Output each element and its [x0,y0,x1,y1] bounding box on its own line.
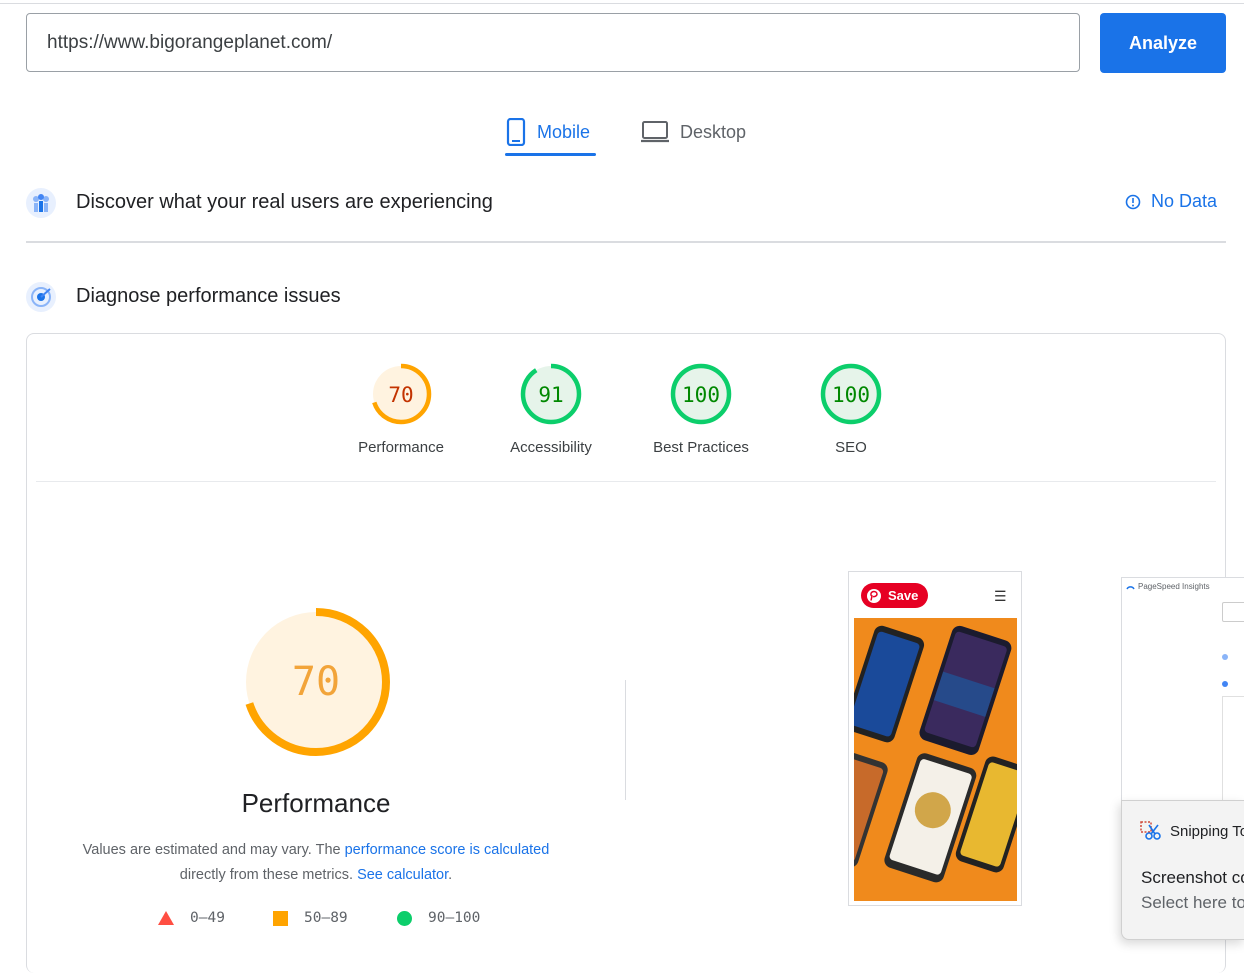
performance-main-gauge: 70 [240,606,392,763]
hero-image [854,618,1017,901]
top-divider [0,3,1244,4]
performance-score-link[interactable]: performance score is calculated [345,842,550,858]
desc-text: . [448,867,453,883]
card-divider [36,481,1216,482]
legend-range: 90–100 [428,910,481,926]
lab-data-title: Diagnose performance issues [76,285,341,307]
preview-url-box [1222,602,1244,622]
score-label: Best Practices [653,439,749,456]
menu-icon: ☰ [994,588,1007,604]
analyze-button[interactable]: Analyze [1100,13,1226,73]
score-description: Values are estimated and may vary. The p… [56,838,576,888]
legend-fail: 0–49 [158,910,225,926]
pinterest-save-button: Save [861,583,928,608]
toast-title: Screenshot co [1141,868,1244,887]
score-ring: 70 [370,363,432,425]
section-divider [26,241,1226,243]
score-gauge-accessibility[interactable]: 91 Accessibility [491,362,611,456]
pagespeed-logo-icon [1126,586,1135,590]
score-value: 100 [682,383,720,407]
desc-text: directly from these metrics. [179,867,358,883]
see-calculator-link[interactable]: See calculator [357,867,448,883]
circle-icon [397,910,412,926]
tab-desktop-label: Desktop [680,121,747,142]
scissors-icon [1140,821,1161,840]
square-icon [273,910,288,926]
legend-range: 50–89 [304,910,348,926]
preview-card [1222,696,1244,802]
legend-range: 0–49 [190,910,225,926]
score-value: 91 [538,383,563,407]
tab-mobile-label: Mobile [537,121,591,142]
main-score-title: Performance [241,788,391,818]
lab-data-icon [26,282,56,312]
tab-selected-indicator [505,153,596,156]
main-score-value: 70 [292,659,340,705]
score-gauge-best-practices[interactable]: 100 Best Practices [641,362,761,456]
pinterest-icon [867,588,881,603]
preview-header: PageSpeed Insights [1126,582,1210,591]
triangle-icon [158,911,174,925]
toast-header: Snipping To [1140,821,1244,841]
tab-mobile[interactable]: Mobile [505,108,590,156]
score-value: 100 [832,383,870,407]
no-data-link[interactable]: No Data [1125,191,1217,212]
snipping-tool-notification[interactable]: Snipping To Screenshot co Select here to [1121,800,1244,940]
score-ring: 100 [820,363,882,425]
field-data-title: Discover what your real users are experi… [76,191,493,213]
score-value: 70 [388,383,413,407]
preview-app-name: PageSpeed Insights [1138,582,1210,591]
toast-subtitle: Select here to [1141,893,1244,912]
score-gauge-performance[interactable]: 70 Performance [341,362,461,456]
legend-average: 50–89 [273,910,348,926]
score-label: SEO [835,439,867,456]
save-label: Save [888,588,919,603]
toast-app-name: Snipping To [1170,822,1244,840]
preview-dot-icon [1222,681,1228,687]
info-icon [1125,194,1141,209]
snip-preview-window[interactable]: PageSpeed Insights [1121,577,1244,803]
laptop-icon [641,121,669,143]
legend-pass: 90–100 [397,910,480,926]
score-gauge-seo[interactable]: 100 SEO [791,362,911,456]
field-data-icon [26,188,56,218]
score-label: Performance [358,439,444,456]
url-input-value: https://www.bigorangeplanet.com/ [47,31,333,53]
desc-text: Values are estimated and may vary. The [82,842,345,858]
tab-desktop[interactable]: Desktop [640,108,746,156]
score-label: Accessibility [510,439,592,456]
no-data-label: No Data [1151,191,1218,211]
mobile-phone-icon [506,118,526,146]
preview-dot-icon [1222,654,1228,660]
score-ring: 100 [670,363,732,425]
vertical-divider [625,680,626,800]
url-input[interactable]: https://www.bigorangeplanet.com/ [26,13,1080,72]
score-ring: 91 [520,363,582,425]
page-screenshot-thumbnail: Save ☰ [848,571,1022,906]
